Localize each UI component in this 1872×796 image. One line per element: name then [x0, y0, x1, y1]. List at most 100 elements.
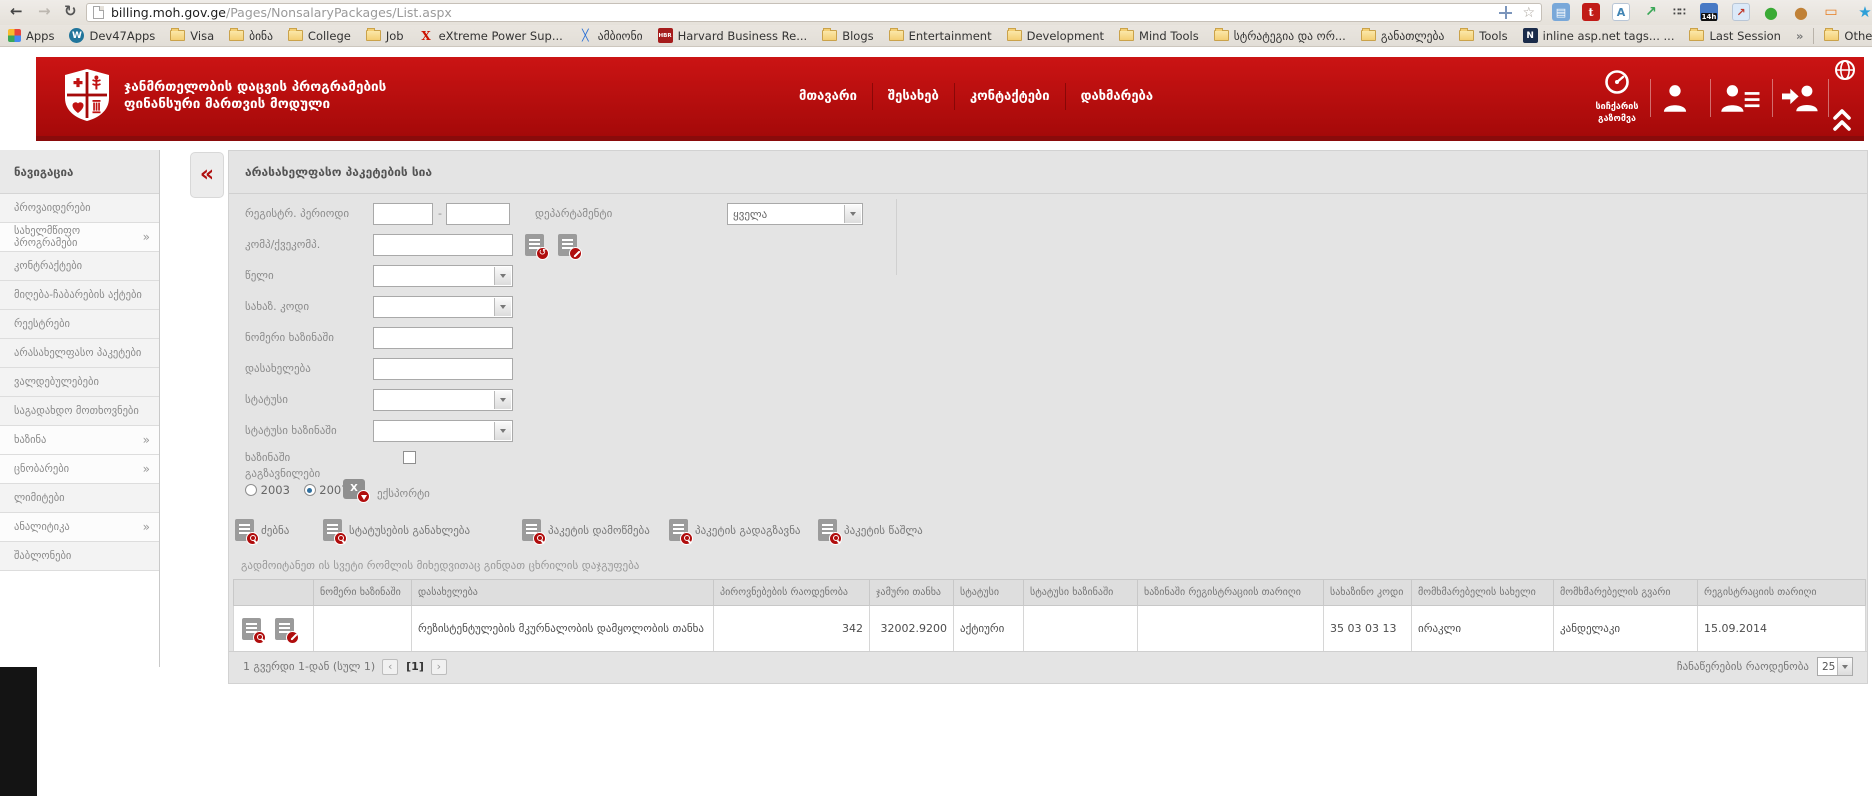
bookmark-blogs[interactable]: Blogs [822, 29, 873, 43]
moh-shield-logo[interactable] [62, 68, 112, 126]
bookmark-aspnet-tags[interactable]: Ninline asp.net tags... ... [1523, 28, 1675, 43]
menu-item-contacts[interactable]: კონტაქტები [954, 83, 1065, 110]
column-name[interactable]: დასახელება [412, 580, 714, 606]
map-pin-extension-icon[interactable]: ● [1762, 3, 1780, 21]
column-number-in-treasury[interactable]: ნომერი ხაზინაში [314, 580, 412, 606]
current-page[interactable]: [1] [406, 660, 424, 673]
back-icon[interactable]: ← [10, 2, 23, 20]
treasury-code-select[interactable] [373, 296, 513, 318]
scroll-top-icon[interactable] [1832, 107, 1852, 137]
forward-icon[interactable]: → [38, 2, 51, 20]
refresh-statuses-button[interactable]: სტატუსების განახლება [323, 517, 470, 543]
bookmark-bina[interactable]: ბინა [229, 29, 273, 43]
translate-it-extension-icon[interactable]: t [1582, 3, 1600, 21]
bookmark-strategy[interactable]: სტრატეგია და ორ... [1214, 29, 1346, 43]
globe-icon[interactable] [1834, 59, 1856, 85]
other-bookmarks[interactable]: Other boo [1824, 29, 1872, 43]
department-select[interactable]: ყველა [727, 203, 863, 225]
menu-item-about[interactable]: შესახებ [872, 83, 954, 110]
number-in-treasury-input[interactable] [373, 327, 513, 349]
cookie-extension-icon[interactable]: ● [1792, 3, 1810, 21]
bookmark-education[interactable]: განათლება [1361, 29, 1444, 43]
bookmark-apps[interactable]: Apps [8, 29, 54, 43]
bookmarks-overflow-icon[interactable]: » [1796, 29, 1803, 43]
column-total-amount[interactable]: ჯამური თანხა [870, 580, 954, 606]
sent-to-treasury-checkbox[interactable] [403, 451, 416, 464]
bookmark-development[interactable]: Development [1007, 29, 1104, 43]
sidebar-item-obligations[interactable]: ვალდებულებები [0, 368, 160, 397]
menu-item-main[interactable]: მთავარი [784, 83, 872, 110]
comp-clear-button[interactable] [558, 234, 577, 256]
delete-package-button[interactable]: პაკეტის წაშლა [818, 517, 923, 543]
ruler-extension-icon[interactable]: ▭ [1822, 3, 1840, 21]
profile-icon[interactable] [1660, 81, 1690, 117]
row-edit-button[interactable] [275, 618, 294, 640]
register-period-from-input[interactable] [373, 203, 433, 225]
green-arrows-extension-icon[interactable]: ↗ [1642, 3, 1660, 21]
bookmark-mind-tools[interactable]: Mind Tools [1119, 29, 1199, 43]
bookmark-college[interactable]: College [288, 29, 351, 43]
status-in-treasury-select[interactable] [373, 420, 513, 442]
page-size-select[interactable]: 25 [1817, 657, 1853, 676]
row-view-button[interactable] [242, 618, 261, 640]
sidebar-item-registers[interactable]: რეესტრები [0, 310, 160, 339]
bookmark-tools[interactable]: Tools [1459, 29, 1507, 43]
bookmark-last-session[interactable]: Last Session [1689, 29, 1781, 43]
user-details-icon[interactable] [1720, 81, 1762, 117]
sidebar-item-nonsalary-packages[interactable]: არასახელფასო პაკეტები [0, 339, 160, 368]
sidebar-item-state-programs[interactable]: სახელმწიფო პროგრამები» [0, 223, 160, 252]
radio-2003[interactable] [245, 484, 257, 496]
speed-test-button[interactable]: სიჩქარის გაზომვა [1586, 69, 1648, 125]
column-reg-date[interactable]: რეგისტრაციის თარიღი [1698, 580, 1866, 606]
address-bar[interactable]: billing.moh.gov.ge/Pages/NonsalaryPackag… [86, 3, 1542, 22]
sidebar-item-references[interactable]: ცნობარები» [0, 455, 160, 484]
forward-package-button[interactable]: პაკეტის გადაგზავნა [669, 517, 801, 543]
dots-extension-icon[interactable]: ∷∷ [1670, 3, 1688, 21]
sidebar-item-acceptance-acts[interactable]: მიღება-ჩაბარების აქტები [0, 281, 160, 310]
reload-icon[interactable]: ↻ [64, 2, 77, 20]
sidebar-item-limits[interactable]: ლიმიტები [0, 484, 160, 513]
bookmark-extreme-power[interactable]: XeXtreme Power Sup... [419, 28, 563, 43]
register-period-to-input[interactable] [446, 203, 510, 225]
column-user-last-name[interactable]: მომხმარებელის გვარი [1554, 580, 1698, 606]
radio-2007[interactable] [304, 484, 316, 496]
calendar-extension-icon[interactable]: 14h [1700, 3, 1718, 21]
comp-lookup-button[interactable]: ↺ [525, 234, 544, 256]
sidebar-item-contracts[interactable]: კონტრაქტები [0, 252, 160, 281]
menu-item-help[interactable]: დახმარება [1065, 83, 1168, 110]
bookmark-hbr[interactable]: HBRHarvard Business Re... [658, 28, 808, 43]
bookmark-job[interactable]: Job [366, 29, 404, 43]
column-treasury-reg-date[interactable]: ხაზინაში რეგისტრაციის თარიღი [1138, 580, 1324, 606]
window-gears-extension-icon[interactable]: ▤ [1552, 3, 1570, 21]
column-persons-count[interactable]: პიროვნებების რაოდენობა [714, 580, 870, 606]
name-input[interactable] [373, 358, 513, 380]
bookmark-dev47apps[interactable]: WDev47Apps [69, 28, 155, 43]
sidebar-item-payment-requests[interactable]: საგადახდო მოთხოვნები [0, 397, 160, 426]
sidebar-collapse-button[interactable]: « [190, 152, 224, 198]
column-status-in-treasury[interactable]: სტატუსი ხაზინაში [1024, 580, 1138, 606]
sidebar-item-analytics[interactable]: ანალიტიკა» [0, 513, 160, 542]
edge-extension-icon[interactable]: ★ [1856, 3, 1872, 21]
verify-package-button[interactable]: პაკეტის დამოწმება [522, 517, 650, 543]
bookmark-star-icon[interactable]: ☆ [1522, 6, 1535, 20]
bookmark-entertainment[interactable]: Entertainment [889, 29, 992, 43]
search-button[interactable]: ძებნა [235, 517, 289, 543]
prev-page-button[interactable]: ‹ [382, 659, 398, 675]
chart-window-extension-icon[interactable]: ↗ [1732, 3, 1750, 21]
column-treasury-code[interactable]: სახაზინო კოდი [1324, 580, 1412, 606]
year-select[interactable] [373, 265, 513, 287]
sidebar-item-templates[interactable]: შაბლონები [0, 542, 160, 571]
column-user-first-name[interactable]: მომხმარებელის სახელი [1412, 580, 1554, 606]
next-page-button[interactable]: › [431, 659, 447, 675]
google-translate-extension-icon[interactable]: A [1612, 3, 1630, 21]
comp-input[interactable] [373, 234, 513, 256]
bookmark-ambioni[interactable]: ╳ამბიონი [578, 28, 643, 43]
sidebar-item-providers[interactable]: პროვაიდერები [0, 194, 160, 223]
logout-icon[interactable] [1782, 81, 1820, 117]
column-status[interactable]: სტატუსი [954, 580, 1024, 606]
status-select[interactable] [373, 389, 513, 411]
pan-icon[interactable] [1499, 6, 1512, 19]
sidebar-item-treasury[interactable]: ხაზინა» [0, 426, 160, 455]
export-button[interactable]: X [343, 479, 365, 499]
bookmark-visa[interactable]: Visa [170, 29, 214, 43]
